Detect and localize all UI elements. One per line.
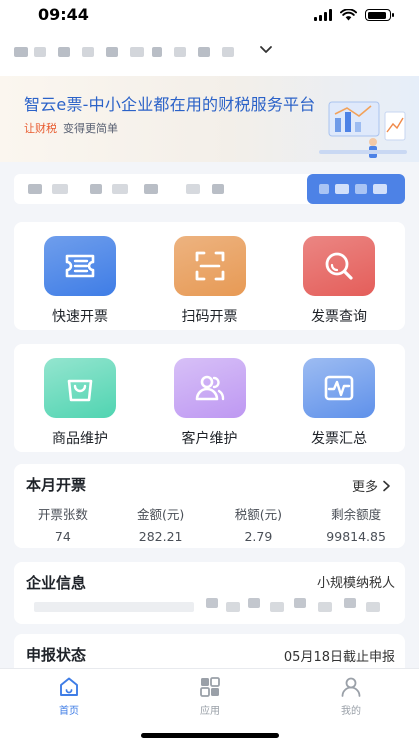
product-maintenance-button[interactable]: 商品维护 [30, 358, 130, 452]
apps-grid-icon [200, 677, 220, 697]
stat-value: 99814.85 [326, 529, 386, 544]
cellular-signal-icon [314, 9, 332, 21]
stat-value: 2.79 [244, 529, 273, 544]
more-link[interactable]: 更多 [352, 476, 391, 495]
tab-profile[interactable]: 我的 [321, 675, 381, 717]
battery-level [367, 11, 387, 19]
tab-apps-label: 应用 [200, 706, 220, 717]
customer-maintenance-label: 客户维护 [181, 431, 238, 447]
monthly-invoice-card: 本月开票 更多 开票张数 74 金额(元) 282.21 税额(元) 2.79 … [14, 464, 405, 548]
taxpayer-type: 小规模纳税人 [316, 576, 395, 591]
scan-icon [173, 236, 246, 296]
customer-maintenance-button[interactable]: 客户维护 [160, 358, 260, 452]
users-icon [173, 358, 246, 418]
banner-title: 智云e票-中小企业都在用的财税服务平台 [24, 95, 316, 114]
more-label: 更多 [351, 480, 378, 495]
bag-icon [44, 358, 116, 418]
user-icon [341, 677, 361, 697]
monthly-title: 本月开票 [26, 476, 87, 494]
stat-label: 剩余额度 [331, 507, 382, 522]
battery-icon [365, 9, 394, 21]
tab-profile-label: 我的 [341, 706, 361, 717]
ticket-icon [44, 236, 116, 296]
stat-amount: 金额(元) 282.21 [112, 504, 210, 544]
stat-value: 282.21 [138, 529, 183, 544]
scan-invoice-label: 扫码开票 [181, 309, 238, 325]
status-icons [314, 9, 394, 21]
stat-tax: 税额(元) 2.79 [210, 504, 308, 544]
company-selector[interactable] [0, 30, 419, 76]
manage-actions-card: 商品维护 客户维护 发票汇总 [14, 344, 405, 452]
status-bar: 09:44 [0, 0, 419, 30]
banner-subtitle: 让财税 变得更简单 [24, 120, 118, 136]
report-status-title: 申报状态 [26, 646, 87, 664]
chevron-right-icon [383, 480, 390, 491]
home-indicator [141, 733, 279, 738]
quick-invoice-label: 快速开票 [52, 309, 108, 325]
promo-banner[interactable]: 智云e票-中小企业都在用的财税服务平台 让财税 变得更简单 [0, 76, 419, 162]
stat-invoice-count: 开票张数 74 [14, 504, 112, 544]
report-deadline: 05月18日截止申报 [283, 650, 395, 665]
stat-remaining-quota: 剩余额度 99814.85 [307, 504, 405, 544]
stat-value: 74 [54, 529, 71, 544]
quick-actions-card: 快速开票 扫码开票 发票查询 [14, 222, 405, 330]
status-time: 09:44 [38, 5, 89, 24]
banner-subtitle-accent: 让财税 [24, 122, 57, 135]
scan-invoice-button[interactable]: 扫码开票 [160, 236, 260, 330]
search-icon [303, 236, 375, 296]
tax-id-action-button[interactable] [307, 174, 405, 204]
product-maintenance-label: 商品维护 [52, 431, 108, 447]
invoice-query-button[interactable]: 发票查询 [289, 236, 389, 330]
stat-label: 税额(元) [234, 507, 282, 522]
chevron-down-icon[interactable] [258, 41, 274, 57]
invoice-query-label: 发票查询 [311, 309, 367, 325]
wifi-icon [340, 9, 357, 21]
monthly-stats: 开票张数 74 金额(元) 282.21 税额(元) 2.79 剩余额度 998… [14, 504, 405, 544]
banner-illustration [319, 101, 407, 158]
banner-subtitle-rest: 变得更简单 [63, 122, 118, 135]
stat-label: 金额(元) [136, 507, 185, 522]
bottom-tab-bar: 首页 应用 我的 [0, 668, 419, 742]
company-info-title: 企业信息 [26, 574, 87, 592]
invoice-summary-label: 发票汇总 [311, 431, 367, 447]
chart-icon [303, 358, 375, 418]
tab-apps[interactable]: 应用 [180, 675, 240, 717]
quick-invoice-button[interactable]: 快速开票 [30, 236, 130, 330]
tax-id-bar[interactable] [14, 174, 405, 204]
home-icon [60, 677, 78, 696]
company-info-card[interactable]: 企业信息 小规模纳税人 [14, 562, 405, 624]
tab-home[interactable]: 首页 [39, 675, 99, 717]
stat-label: 开票张数 [37, 507, 88, 522]
tab-home-label: 首页 [59, 706, 79, 717]
invoice-summary-button[interactable]: 发票汇总 [289, 358, 389, 452]
